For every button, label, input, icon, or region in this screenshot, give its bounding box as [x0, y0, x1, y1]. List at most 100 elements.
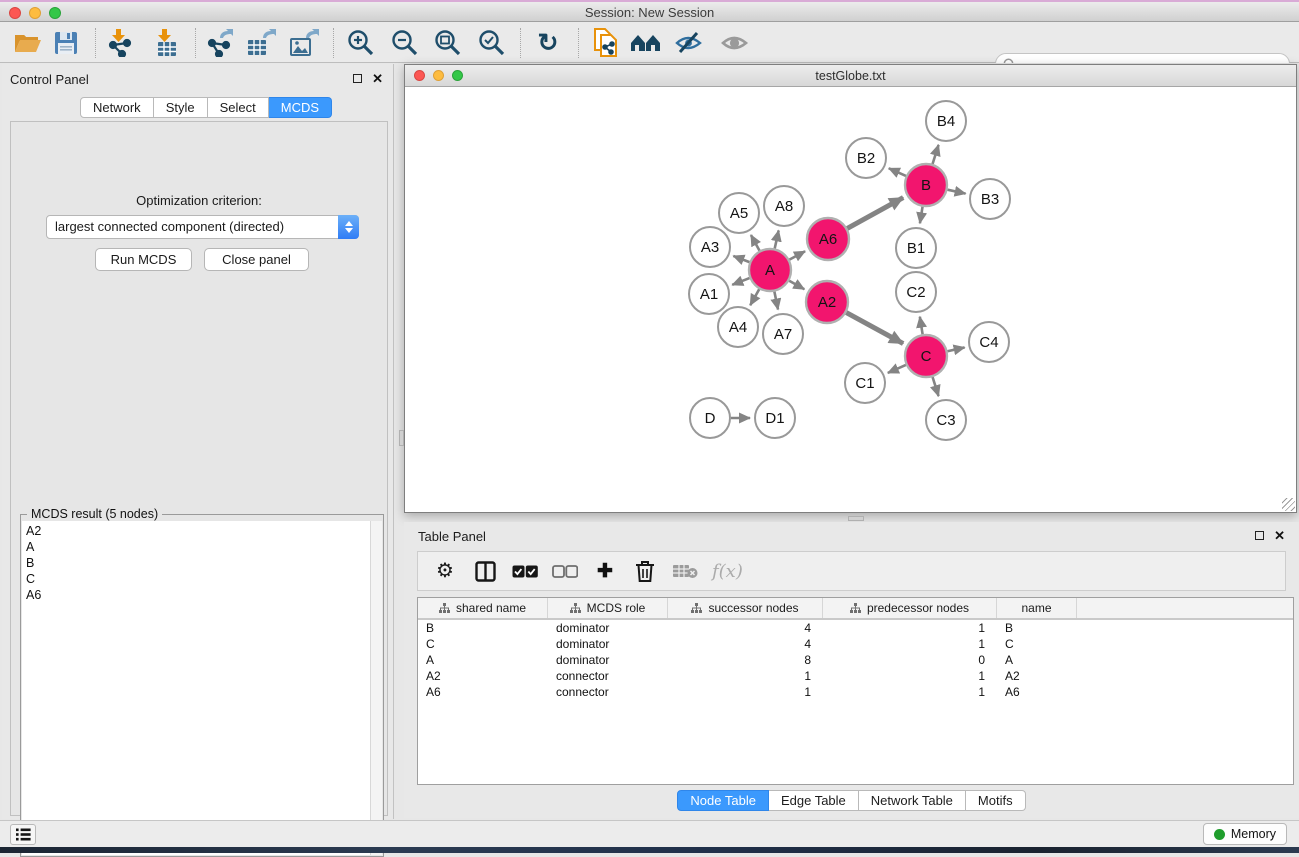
table-cell[interactable]: 1	[823, 620, 997, 636]
zoom-fit-button[interactable]	[432, 28, 464, 58]
graph-edge-A-A1[interactable]	[732, 278, 749, 285]
table-cell[interactable]: C	[418, 636, 548, 652]
graph-edge-B-B4[interactable]	[933, 145, 939, 164]
apply-function-icon[interactable]: f(x)	[712, 561, 743, 582]
graph-edge-A6-B[interactable]	[847, 198, 903, 229]
tab-mcds[interactable]: MCDS	[269, 97, 332, 118]
graph-node-A3[interactable]: A3	[690, 227, 730, 267]
graph-edge-C-C3[interactable]	[933, 377, 939, 396]
tab-network[interactable]: Network	[80, 97, 154, 118]
graph-edge-B-B3[interactable]	[947, 190, 965, 194]
zoom-selected-button[interactable]	[476, 28, 508, 58]
table-tab-motifs[interactable]: Motifs	[966, 790, 1026, 811]
graph-edge-C-C4[interactable]	[947, 347, 964, 351]
task-history-button[interactable]	[10, 824, 36, 845]
graph-edge-A2-C[interactable]	[846, 313, 903, 344]
column-header-predecessor-nodes[interactable]: predecessor nodes	[823, 598, 997, 618]
mcds-result-item[interactable]: A6	[22, 587, 370, 603]
select-all-button[interactable]	[512, 558, 538, 584]
zoom-out-button[interactable]	[389, 28, 421, 58]
graph-node-C4[interactable]: C4	[969, 322, 1009, 362]
vertical-splitter-handle[interactable]	[399, 430, 404, 446]
export-table-button[interactable]	[245, 28, 277, 58]
delete-table-button[interactable]	[672, 558, 698, 584]
graph-node-B1[interactable]: B1	[896, 228, 936, 268]
mcds-result-list[interactable]: A2ABCA6	[22, 521, 370, 855]
mcds-result-scrollbar[interactable]	[370, 521, 382, 855]
table-cell[interactable]: dominator	[548, 620, 668, 636]
graph-node-A2[interactable]: A2	[806, 281, 848, 323]
graph-edge-A-A7[interactable]	[774, 292, 778, 310]
graph-edge-B-B2[interactable]	[889, 168, 906, 176]
table-cell[interactable]: dominator	[548, 652, 668, 668]
delete-column-button[interactable]	[632, 558, 658, 584]
float-panel-icon[interactable]	[353, 74, 362, 83]
mcds-result-item[interactable]: A2	[22, 523, 370, 539]
table-cell[interactable]: 1	[668, 668, 823, 684]
save-session-button[interactable]	[50, 28, 82, 58]
graph-edge-C-C1[interactable]	[888, 365, 906, 373]
table-cell[interactable]: 1	[823, 636, 997, 652]
mcds-result-item[interactable]: A	[22, 539, 370, 555]
table-cell[interactable]: A2	[418, 668, 548, 684]
zoom-in-button[interactable]	[345, 28, 377, 58]
table-cell[interactable]: 8	[668, 652, 823, 668]
import-table-button[interactable]	[150, 28, 182, 58]
table-cell[interactable]: 4	[668, 620, 823, 636]
show-hide-button[interactable]	[719, 28, 751, 58]
graph-edge-C-C2[interactable]	[920, 317, 923, 335]
table-cell[interactable]: 1	[823, 684, 997, 700]
run-mcds-button[interactable]: Run MCDS	[95, 248, 192, 271]
close-panel-icon[interactable]: ✕	[372, 73, 383, 84]
table-tab-network-table[interactable]: Network Table	[859, 790, 966, 811]
graph-edge-A-A6[interactable]	[789, 251, 805, 259]
table-cell[interactable]: B	[997, 620, 1077, 636]
graph-edge-A-A8[interactable]	[775, 230, 779, 248]
table-row[interactable]: A2connector11A2	[418, 668, 1293, 684]
graph-node-A5[interactable]: A5	[719, 193, 759, 233]
criterion-dropdown[interactable]: largest connected component (directed)	[46, 215, 359, 239]
table-cell[interactable]: C	[997, 636, 1077, 652]
float-table-panel-icon[interactable]	[1255, 531, 1264, 540]
table-row[interactable]: Cdominator41C	[418, 636, 1293, 652]
open-session-button[interactable]	[12, 28, 44, 58]
table-cell[interactable]: B	[418, 620, 548, 636]
graph-node-A7[interactable]: A7	[763, 314, 803, 354]
horizontal-splitter-handle[interactable]	[848, 516, 864, 521]
table-row[interactable]: A6connector11A6	[418, 684, 1293, 700]
hide-graphics-details-button[interactable]	[673, 28, 705, 58]
column-header-MCDS-role[interactable]: MCDS role	[548, 598, 668, 618]
graph-node-A6[interactable]: A6	[807, 218, 849, 260]
table-cell[interactable]: A2	[997, 668, 1077, 684]
memory-button[interactable]: Memory	[1203, 823, 1287, 845]
close-table-panel-icon[interactable]: ✕	[1274, 530, 1285, 541]
column-header-successor-nodes[interactable]: successor nodes	[668, 598, 823, 618]
table-cell[interactable]: 4	[668, 636, 823, 652]
mcds-result-item[interactable]: B	[22, 555, 370, 571]
graph-node-B[interactable]: B	[905, 164, 947, 206]
table-tab-node-table[interactable]: Node Table	[677, 790, 769, 811]
network-canvas[interactable]: B4B2BB3A8A5A6A3B1AC2A1A2A4A7C4CC1C3DD1	[405, 87, 1296, 512]
tab-select[interactable]: Select	[208, 97, 269, 118]
window-resize-grip[interactable]	[1282, 498, 1295, 511]
close-panel-button[interactable]: Close panel	[204, 248, 309, 271]
new-network-from-selection-button[interactable]	[590, 28, 622, 58]
graph-node-C[interactable]: C	[905, 335, 947, 377]
graph-node-A1[interactable]: A1	[689, 274, 729, 314]
table-cell[interactable]: connector	[548, 668, 668, 684]
graph-edge-A-A3[interactable]	[733, 256, 749, 262]
graph-node-C2[interactable]: C2	[896, 272, 936, 312]
toggle-panels-button[interactable]	[472, 558, 498, 584]
import-network-button[interactable]	[104, 28, 136, 58]
table-cell[interactable]: A6	[997, 684, 1077, 700]
graph-node-C1[interactable]: C1	[845, 363, 885, 403]
deselect-all-button[interactable]	[552, 558, 578, 584]
graph-node-B3[interactable]: B3	[970, 179, 1010, 219]
graph-node-C3[interactable]: C3	[926, 400, 966, 440]
apply-layout-button[interactable]: ↻	[532, 28, 564, 58]
home-button[interactable]	[630, 28, 662, 58]
graph-node-A8[interactable]: A8	[764, 186, 804, 226]
graph-node-B2[interactable]: B2	[846, 138, 886, 178]
export-network-button[interactable]	[203, 28, 235, 58]
graph-edge-A-A2[interactable]	[789, 281, 804, 290]
